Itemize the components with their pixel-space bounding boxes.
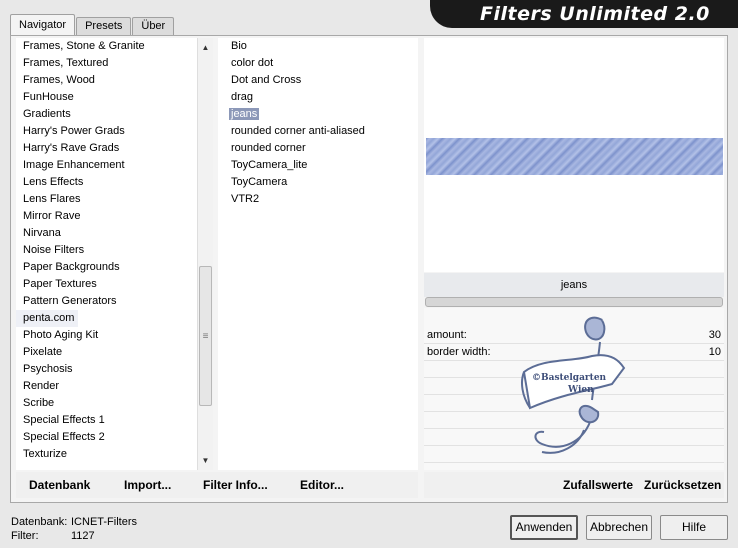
category-item[interactable]: Paper Backgrounds — [16, 259, 197, 276]
category-item[interactable]: Special Effects 2 — [16, 429, 197, 446]
category-item[interactable]: Harry's Rave Grads — [16, 140, 197, 157]
category-list[interactable]: Frames, Stone & Granite Frames, Textured F… — [16, 38, 197, 470]
filter-count-label: Filter: — [11, 530, 39, 542]
filter-item-label: rounded corner anti-aliased — [231, 125, 365, 137]
category-item[interactable]: Mirror Rave — [16, 208, 197, 225]
param-value[interactable]: 10 — [709, 344, 721, 360]
preview-slider[interactable] — [425, 297, 723, 307]
filter-item-label: Bio — [231, 40, 247, 52]
category-item[interactable]: Texturize — [16, 446, 197, 463]
category-item[interactable]: Frames, Wood — [16, 72, 197, 89]
filter-count-value: 1127 — [71, 530, 95, 542]
filter-list[interactable]: Bio color dot Dot and Cross drag jeans rounde… — [218, 38, 418, 470]
status-area: Datenbank: ICNET-Filters Filter: 1127 — [11, 515, 137, 543]
category-scrollbar[interactable]: ▲ ≡ ▼ — [197, 38, 213, 470]
category-item[interactable]: Photo Aging Kit — [16, 327, 197, 344]
up-arrow-icon[interactable]: ▲ — [198, 40, 213, 56]
reset-button[interactable]: Zurücksetzen — [644, 478, 721, 492]
filter-item-label: drag — [231, 91, 254, 103]
category-item[interactable]: FunHouse — [16, 89, 197, 106]
category-item[interactable]: Pixelate — [16, 344, 197, 361]
apply-button[interactable]: Anwenden — [510, 515, 578, 540]
scroll-thumb[interactable]: ≡ — [199, 266, 212, 406]
category-item[interactable]: Frames, Stone & Granite — [16, 38, 197, 55]
tab-navigator[interactable]: Navigator — [10, 14, 76, 35]
filter-item[interactable]: ToyCamera_lite — [218, 157, 418, 174]
param-label: border width: — [427, 346, 491, 358]
editor-button[interactable]: Editor... — [300, 478, 344, 492]
filter-item[interactable]: ToyCamera — [218, 174, 418, 191]
category-item[interactable]: Psychosis — [16, 361, 197, 378]
param-label: amount: — [427, 329, 467, 341]
category-item[interactable]: Paper Textures — [16, 276, 197, 293]
filter-item-label: Dot and Cross — [231, 74, 302, 86]
category-item[interactable]: Special Effects 1 — [16, 412, 197, 429]
category-item[interactable]: Noise Filters — [16, 242, 197, 259]
watermark-logo: ©Bastelgarten Wien — [521, 316, 626, 454]
category-item[interactable]: Lens Flares — [16, 191, 197, 208]
down-arrow-icon[interactable]: ▼ — [198, 453, 213, 469]
category-item[interactable]: penta.com — [16, 310, 78, 327]
filter-name-label: jeans — [424, 273, 724, 297]
right-toolbar: Zufallswerte Zurücksetzen — [424, 472, 724, 498]
datenbank-button[interactable]: Datenbank — [29, 478, 90, 492]
watermark-text-2: Wien — [567, 385, 594, 395]
filter-item-label: rounded corner — [231, 142, 306, 154]
help-button[interactable]: Hilfe — [660, 515, 728, 540]
tab-strip: Navigator Presets Über — [10, 13, 175, 35]
filter-item[interactable]: VTR2 — [218, 191, 418, 208]
tab-presets[interactable]: Presets — [76, 17, 132, 35]
category-item[interactable]: Gradients — [16, 106, 197, 123]
filter-item-label: jeans — [229, 108, 260, 120]
random-values-button[interactable]: Zufallswerte — [563, 478, 633, 492]
import-button[interactable]: Import... — [124, 478, 171, 492]
filter-item[interactable]: Dot and Cross — [218, 72, 418, 89]
filter-item[interactable]: rounded corner — [218, 140, 418, 157]
left-toolbar: Datenbank Import... Filter Info... Edito… — [16, 472, 418, 498]
category-item[interactable]: Image Enhancement — [16, 157, 197, 174]
filter-item-label: VTR2 — [231, 193, 260, 205]
filter-item-label: ToyCamera — [231, 176, 288, 188]
grip-icon: ≡ — [202, 331, 209, 342]
category-item[interactable]: Nirvana — [16, 225, 197, 242]
cancel-button[interactable]: Abbrechen — [586, 515, 652, 540]
filter-item-label: color dot — [231, 57, 274, 69]
param-value[interactable]: 30 — [709, 327, 721, 343]
preview-image — [426, 138, 723, 175]
filter-item[interactable]: Bio — [218, 38, 418, 55]
filter-item[interactable]: drag — [218, 89, 418, 106]
app-title: Filters Unlimited 2.0 — [430, 0, 738, 28]
category-item[interactable]: Lens Effects — [16, 174, 197, 191]
filter-item[interactable]: jeans — [218, 106, 418, 123]
category-item[interactable]: Render — [16, 378, 197, 395]
filter-item-label: ToyCamera_lite — [231, 159, 308, 171]
watermark-text-1: ©Bastelgarten — [532, 373, 607, 383]
filter-info-button[interactable]: Filter Info... — [203, 478, 268, 492]
db-label: Datenbank: — [11, 516, 68, 528]
filter-item[interactable]: rounded corner anti-aliased — [218, 123, 418, 140]
category-item[interactable]: Harry's Power Grads — [16, 123, 197, 140]
category-item[interactable]: Frames, Textured — [16, 55, 197, 72]
filter-item[interactable]: color dot — [218, 55, 418, 72]
category-item[interactable]: Pattern Generators — [16, 293, 197, 310]
category-item[interactable]: Scribe — [16, 395, 197, 412]
db-value: ICNET-Filters — [71, 516, 137, 528]
tab-uber[interactable]: Über — [132, 17, 175, 35]
